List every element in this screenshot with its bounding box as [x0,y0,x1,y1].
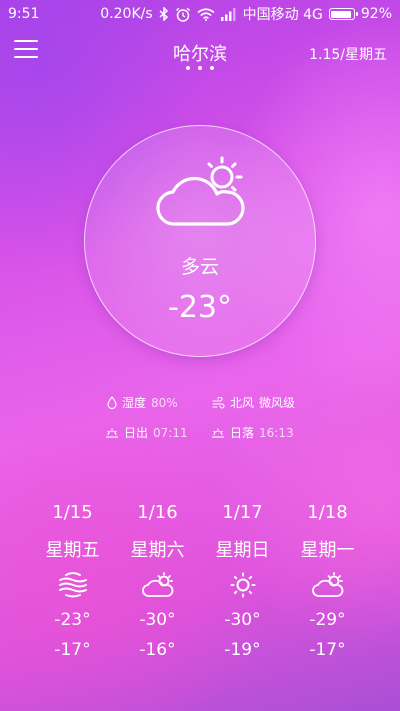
battery-level [331,10,351,18]
current-weather-card[interactable]: 多云 -23° [84,125,316,357]
forecast-day[interactable]: 1/17 星期日 -30° -19° [200,502,285,664]
wind-direction: 北风 [230,396,255,410]
forecast-date: 1/18 [307,502,348,523]
page-dot [186,66,190,70]
forecast-low: -17° [309,640,346,660]
carrier-label: 中国移动 4G [242,7,323,23]
status-time: 9:51 [8,6,40,22]
alarm-icon [175,7,191,22]
sunset-time: 16:13 [259,425,294,440]
forecast-date: 1/15 [52,502,93,523]
current-temperature: -23° [168,290,232,325]
wind-detail: 北风 微风级 [212,394,295,411]
sunrise-time: 07:11 [153,425,188,440]
forecast-weekday: 星期五 [45,540,100,561]
page-indicator [0,66,400,70]
header-date: 1.15/星期五 [309,47,387,63]
page-dot [198,66,202,70]
partly-cloudy-icon [141,570,174,600]
forecast-day[interactable]: 1/18 星期一 -29° -17° [285,502,370,664]
wind-strength: 微风级 [259,396,296,410]
humidity-label: 湿度 [122,396,147,410]
sunset-icon [212,428,224,438]
forecast-low: -19° [224,640,261,660]
sunrise-label: 日出 [124,426,149,440]
partly-cloudy-icon [311,570,344,600]
status-bar: 9:51 0.20K/s 中国移动 4G 92% [0,0,400,28]
forecast-high: -30° [224,610,261,630]
header: 哈尔滨 1.15/星期五 [0,28,400,78]
forecast-date: 1/17 [222,502,263,523]
forecast-weekday: 星期六 [130,540,185,561]
humidity-detail: 湿度 80% [107,394,178,411]
wifi-icon [197,7,215,21]
forecast-day[interactable]: 1/16 星期六 -30° -16° [115,502,200,664]
forecast-low: -16° [139,640,176,660]
haze-icon [58,570,88,600]
forecast-high: -30° [139,610,176,630]
humidity-icon [107,396,117,409]
partly-cloudy-icon [155,154,247,228]
sunrise-detail: 日出 07:11 [105,424,188,441]
forecast-low: -17° [54,640,91,660]
forecast-list: 1/15 星期五 -23° -17° 1/16 星期六 -30° -16° 1/… [30,502,370,664]
forecast-weekday: 星期一 [300,540,355,561]
forecast-weekday: 星期日 [215,540,270,561]
status-bar-right: 0.20K/s 中国移动 4G 92% [100,4,392,24]
signal-icon [220,7,237,21]
sunrise-icon [106,428,118,438]
battery-percentage: 92% [360,6,392,22]
wind-icon [212,396,225,409]
forecast-date: 1/16 [137,502,178,523]
bluetooth-icon [159,7,169,21]
sunset-label: 日落 [230,426,255,440]
forecast-high: -29° [309,610,346,630]
humidity-value: 80% [151,395,178,410]
sunny-icon [230,570,256,600]
forecast-high: -23° [54,610,91,630]
page-dot [210,66,214,70]
network-speed: 0.20K/s [100,6,153,22]
current-condition: 多云 [180,256,219,278]
battery-icon [328,8,358,20]
forecast-day[interactable]: 1/15 星期五 -23° -17° [30,502,115,664]
sunset-detail: 日落 16:13 [211,424,294,441]
status-bar-left: 9:51 [8,6,39,22]
